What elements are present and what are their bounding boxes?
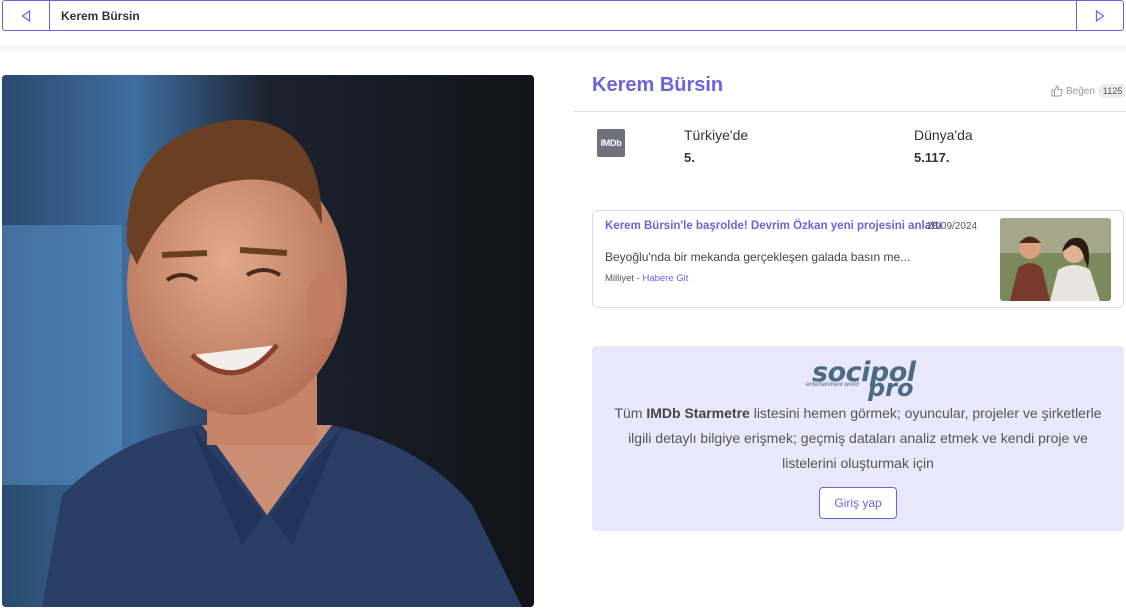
page-title: Kerem Bürsin xyxy=(61,8,140,23)
promo-text-bold: IMDb Starmetre xyxy=(646,405,750,421)
news-read-link[interactable]: Habere Git xyxy=(642,273,688,284)
like-button[interactable]: Beğen 1125 xyxy=(1051,84,1126,98)
profile-photo xyxy=(2,75,534,607)
news-thumbnail[interactable] xyxy=(1000,218,1111,301)
previous-button[interactable] xyxy=(3,1,50,30)
news-snippet: Beyoğlu'nda bir mekanda gerçekleşen gala… xyxy=(605,250,911,264)
promo-panel: socipol entertainment world pro Tüm IMDb… xyxy=(592,346,1124,531)
news-date: 28/09/2024 xyxy=(927,221,978,232)
promo-description: Tüm IMDb Starmetre listesini hemen görme… xyxy=(608,401,1108,476)
world-rank-label: Dünya'da xyxy=(914,127,973,143)
like-label: Beğen xyxy=(1066,85,1095,97)
news-title-link[interactable]: Kerem Bürsin'le başrolde! Devrim Özkan y… xyxy=(605,220,942,232)
triangle-right-icon xyxy=(1095,9,1105,22)
turkey-rank-label: Türkiye'de xyxy=(684,127,749,143)
section-divider xyxy=(574,111,1126,112)
login-button[interactable]: Giriş yap xyxy=(819,487,897,519)
brand-tagline: entertainment world xyxy=(806,382,859,388)
next-button[interactable] xyxy=(1076,1,1123,30)
news-source-name: Milliyet - xyxy=(605,273,643,284)
imdb-logo: IMDb xyxy=(597,129,625,157)
triangle-left-icon xyxy=(21,9,31,22)
header-separator xyxy=(0,46,1126,52)
brand-pro: pro xyxy=(868,374,914,402)
news-thumbnail-image xyxy=(1000,218,1111,301)
news-card[interactable]: Kerem Bürsin'le başrolde! Devrim Özkan y… xyxy=(592,210,1124,308)
thumbs-up-icon xyxy=(1051,85,1063,97)
promo-text-start: Tüm xyxy=(614,405,647,421)
top-nav-bar: Kerem Bürsin xyxy=(2,0,1124,31)
portrait-image xyxy=(2,75,534,607)
celebrity-name: Kerem Bürsin xyxy=(592,74,724,96)
turkey-rank-value: 5. xyxy=(684,150,695,165)
socipol-pro-logo: socipol entertainment world pro xyxy=(806,357,916,402)
world-rank-value: 5.117. xyxy=(914,150,950,165)
like-count-badge: 1125 xyxy=(1097,84,1126,98)
news-source: Milliyet - Habere Git xyxy=(605,273,688,284)
